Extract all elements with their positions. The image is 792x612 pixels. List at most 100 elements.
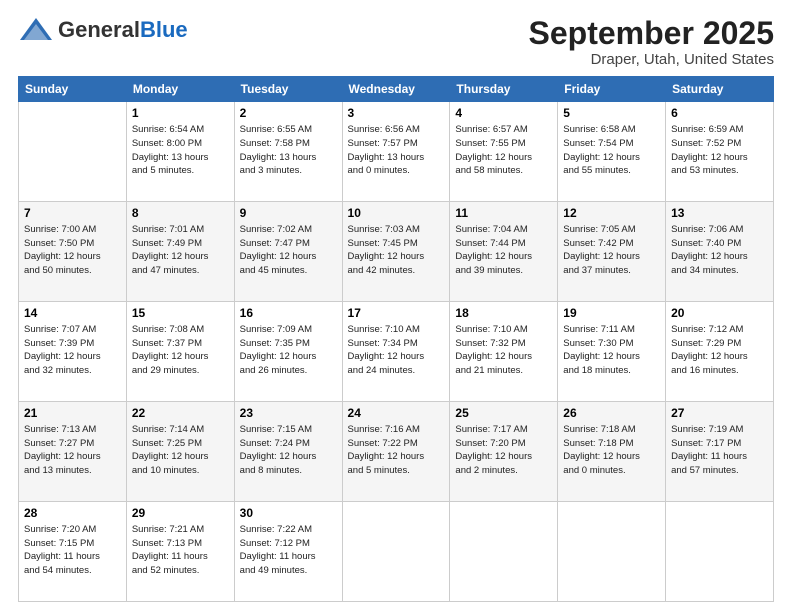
calendar-cell: 10Sunrise: 7:03 AM Sunset: 7:45 PM Dayli… [342,202,450,302]
day-info: Sunrise: 7:10 AM Sunset: 7:34 PM Dayligh… [348,323,445,378]
calendar-cell: 30Sunrise: 7:22 AM Sunset: 7:12 PM Dayli… [234,502,342,602]
day-info: Sunrise: 6:55 AM Sunset: 7:58 PM Dayligh… [240,123,337,178]
day-info: Sunrise: 6:54 AM Sunset: 8:00 PM Dayligh… [132,123,229,178]
calendar-cell: 1Sunrise: 6:54 AM Sunset: 8:00 PM Daylig… [126,102,234,202]
calendar-cell [666,502,774,602]
calendar-cell [450,502,558,602]
day-info: Sunrise: 7:01 AM Sunset: 7:49 PM Dayligh… [132,223,229,278]
calendar-cell: 26Sunrise: 7:18 AM Sunset: 7:18 PM Dayli… [558,402,666,502]
day-number: 12 [563,205,660,222]
day-number: 11 [455,205,552,222]
day-number: 21 [24,405,121,422]
calendar-header: Sunday Monday Tuesday Wednesday Thursday… [19,77,774,102]
day-number: 1 [132,105,229,122]
day-number: 26 [563,405,660,422]
logo: GeneralBlue [18,16,188,44]
day-number: 5 [563,105,660,122]
col-tuesday: Tuesday [234,77,342,102]
day-info: Sunrise: 7:07 AM Sunset: 7:39 PM Dayligh… [24,323,121,378]
title-location: Draper, Utah, United States [529,51,774,68]
calendar-cell [558,502,666,602]
day-info: Sunrise: 7:08 AM Sunset: 7:37 PM Dayligh… [132,323,229,378]
day-info: Sunrise: 7:10 AM Sunset: 7:32 PM Dayligh… [455,323,552,378]
calendar-week-2: 14Sunrise: 7:07 AM Sunset: 7:39 PM Dayli… [19,302,774,402]
calendar-cell: 11Sunrise: 7:04 AM Sunset: 7:44 PM Dayli… [450,202,558,302]
calendar-cell [342,502,450,602]
day-number: 15 [132,305,229,322]
day-number: 4 [455,105,552,122]
day-info: Sunrise: 6:57 AM Sunset: 7:55 PM Dayligh… [455,123,552,178]
calendar-cell: 25Sunrise: 7:17 AM Sunset: 7:20 PM Dayli… [450,402,558,502]
day-info: Sunrise: 7:11 AM Sunset: 7:30 PM Dayligh… [563,323,660,378]
day-info: Sunrise: 6:58 AM Sunset: 7:54 PM Dayligh… [563,123,660,178]
col-wednesday: Wednesday [342,77,450,102]
calendar-cell: 12Sunrise: 7:05 AM Sunset: 7:42 PM Dayli… [558,202,666,302]
col-monday: Monday [126,77,234,102]
calendar-cell: 5Sunrise: 6:58 AM Sunset: 7:54 PM Daylig… [558,102,666,202]
day-info: Sunrise: 7:17 AM Sunset: 7:20 PM Dayligh… [455,423,552,478]
day-info: Sunrise: 7:00 AM Sunset: 7:50 PM Dayligh… [24,223,121,278]
calendar-cell: 20Sunrise: 7:12 AM Sunset: 7:29 PM Dayli… [666,302,774,402]
calendar-cell: 4Sunrise: 6:57 AM Sunset: 7:55 PM Daylig… [450,102,558,202]
header: GeneralBlue September 2025 Draper, Utah,… [18,16,774,68]
calendar-cell: 3Sunrise: 6:56 AM Sunset: 7:57 PM Daylig… [342,102,450,202]
day-info: Sunrise: 7:22 AM Sunset: 7:12 PM Dayligh… [240,523,337,578]
calendar-cell: 19Sunrise: 7:11 AM Sunset: 7:30 PM Dayli… [558,302,666,402]
day-info: Sunrise: 7:02 AM Sunset: 7:47 PM Dayligh… [240,223,337,278]
day-number: 8 [132,205,229,222]
day-number: 27 [671,405,768,422]
day-info: Sunrise: 7:06 AM Sunset: 7:40 PM Dayligh… [671,223,768,278]
day-info: Sunrise: 6:56 AM Sunset: 7:57 PM Dayligh… [348,123,445,178]
day-info: Sunrise: 7:14 AM Sunset: 7:25 PM Dayligh… [132,423,229,478]
calendar-cell [19,102,127,202]
day-info: Sunrise: 6:59 AM Sunset: 7:52 PM Dayligh… [671,123,768,178]
day-number: 2 [240,105,337,122]
title-month: September 2025 [529,16,774,51]
day-info: Sunrise: 7:04 AM Sunset: 7:44 PM Dayligh… [455,223,552,278]
day-info: Sunrise: 7:19 AM Sunset: 7:17 PM Dayligh… [671,423,768,478]
calendar-cell: 13Sunrise: 7:06 AM Sunset: 7:40 PM Dayli… [666,202,774,302]
logo-general-text: General [58,17,140,42]
col-thursday: Thursday [450,77,558,102]
day-number: 9 [240,205,337,222]
day-info: Sunrise: 7:15 AM Sunset: 7:24 PM Dayligh… [240,423,337,478]
day-number: 14 [24,305,121,322]
calendar-week-0: 1Sunrise: 6:54 AM Sunset: 8:00 PM Daylig… [19,102,774,202]
calendar-cell: 16Sunrise: 7:09 AM Sunset: 7:35 PM Dayli… [234,302,342,402]
day-number: 6 [671,105,768,122]
logo-blue-text: Blue [140,17,188,42]
calendar-week-1: 7Sunrise: 7:00 AM Sunset: 7:50 PM Daylig… [19,202,774,302]
title-block: September 2025 Draper, Utah, United Stat… [529,16,774,68]
day-info: Sunrise: 7:13 AM Sunset: 7:27 PM Dayligh… [24,423,121,478]
calendar-week-4: 28Sunrise: 7:20 AM Sunset: 7:15 PM Dayli… [19,502,774,602]
day-number: 25 [455,405,552,422]
day-number: 19 [563,305,660,322]
calendar-cell: 28Sunrise: 7:20 AM Sunset: 7:15 PM Dayli… [19,502,127,602]
logo-icon [18,16,54,44]
day-info: Sunrise: 7:21 AM Sunset: 7:13 PM Dayligh… [132,523,229,578]
day-number: 7 [24,205,121,222]
calendar-cell: 24Sunrise: 7:16 AM Sunset: 7:22 PM Dayli… [342,402,450,502]
day-number: 20 [671,305,768,322]
col-saturday: Saturday [666,77,774,102]
day-number: 24 [348,405,445,422]
day-info: Sunrise: 7:05 AM Sunset: 7:42 PM Dayligh… [563,223,660,278]
day-number: 22 [132,405,229,422]
day-number: 17 [348,305,445,322]
day-number: 3 [348,105,445,122]
day-number: 23 [240,405,337,422]
calendar-cell: 21Sunrise: 7:13 AM Sunset: 7:27 PM Dayli… [19,402,127,502]
day-number: 13 [671,205,768,222]
calendar-week-3: 21Sunrise: 7:13 AM Sunset: 7:27 PM Dayli… [19,402,774,502]
day-info: Sunrise: 7:20 AM Sunset: 7:15 PM Dayligh… [24,523,121,578]
day-info: Sunrise: 7:18 AM Sunset: 7:18 PM Dayligh… [563,423,660,478]
calendar-cell: 29Sunrise: 7:21 AM Sunset: 7:13 PM Dayli… [126,502,234,602]
header-row: Sunday Monday Tuesday Wednesday Thursday… [19,77,774,102]
calendar-cell: 27Sunrise: 7:19 AM Sunset: 7:17 PM Dayli… [666,402,774,502]
col-friday: Friday [558,77,666,102]
calendar-cell: 14Sunrise: 7:07 AM Sunset: 7:39 PM Dayli… [19,302,127,402]
calendar-cell: 6Sunrise: 6:59 AM Sunset: 7:52 PM Daylig… [666,102,774,202]
calendar-cell: 17Sunrise: 7:10 AM Sunset: 7:34 PM Dayli… [342,302,450,402]
calendar-cell: 18Sunrise: 7:10 AM Sunset: 7:32 PM Dayli… [450,302,558,402]
calendar-cell: 8Sunrise: 7:01 AM Sunset: 7:49 PM Daylig… [126,202,234,302]
